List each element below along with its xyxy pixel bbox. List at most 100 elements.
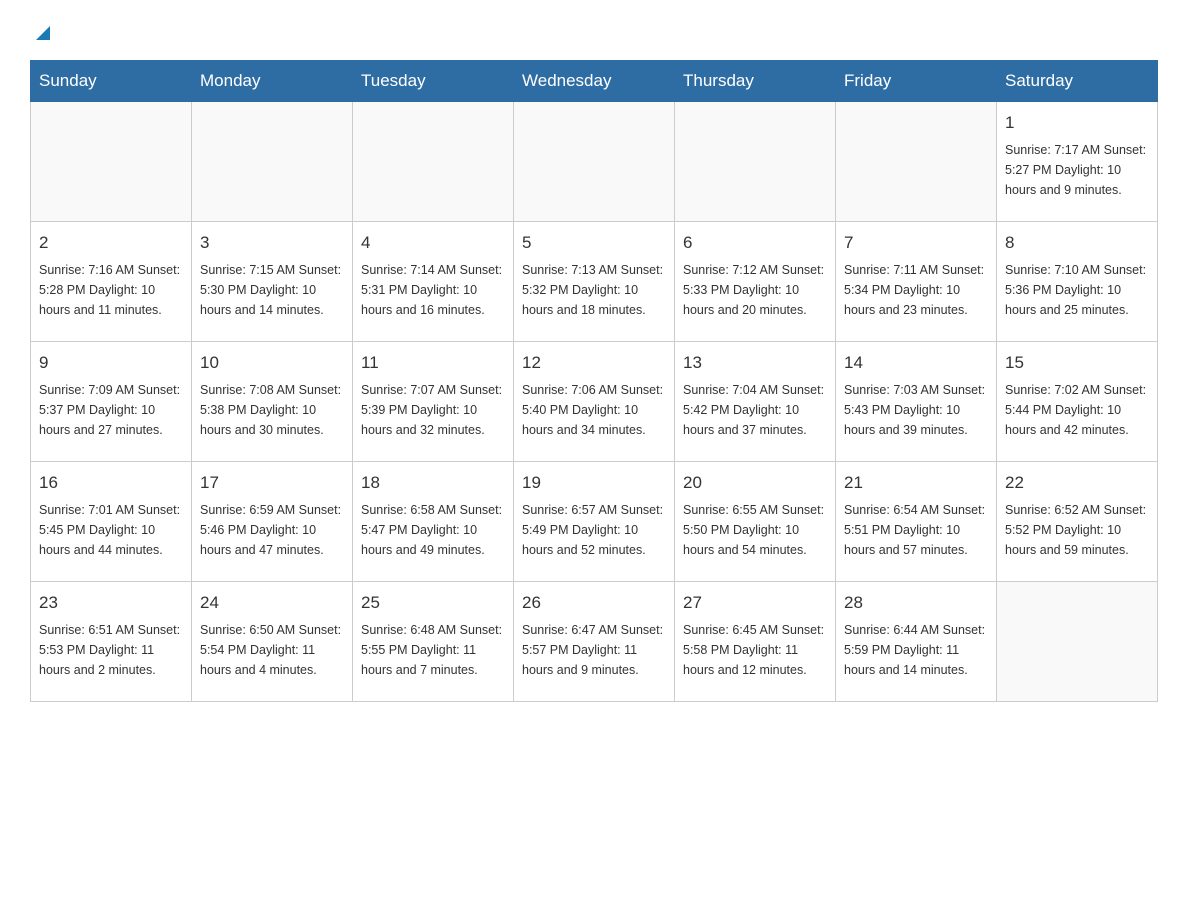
calendar-cell bbox=[514, 102, 675, 222]
day-number: 3 bbox=[200, 230, 344, 256]
day-info: Sunrise: 7:17 AM Sunset: 5:27 PM Dayligh… bbox=[1005, 140, 1149, 200]
day-number: 19 bbox=[522, 470, 666, 496]
day-number: 22 bbox=[1005, 470, 1149, 496]
day-info: Sunrise: 7:10 AM Sunset: 5:36 PM Dayligh… bbox=[1005, 260, 1149, 320]
calendar-cell: 9 Sunrise: 7:09 AM Sunset: 5:37 PM Daylig… bbox=[31, 342, 192, 462]
week-row-1: 1 Sunrise: 7:17 AM Sunset: 5:27 PM Daylig… bbox=[31, 102, 1158, 222]
day-info: Sunrise: 6:52 AM Sunset: 5:52 PM Dayligh… bbox=[1005, 500, 1149, 560]
weekday-header-friday: Friday bbox=[836, 61, 997, 102]
day-info: Sunrise: 7:06 AM Sunset: 5:40 PM Dayligh… bbox=[522, 380, 666, 440]
day-info: Sunrise: 7:11 AM Sunset: 5:34 PM Dayligh… bbox=[844, 260, 988, 320]
day-number: 8 bbox=[1005, 230, 1149, 256]
weekday-header-tuesday: Tuesday bbox=[353, 61, 514, 102]
calendar-cell: 17Sunrise: 6:59 AM Sunset: 5:46 PM Dayli… bbox=[192, 462, 353, 582]
day-number: 5 bbox=[522, 230, 666, 256]
calendar-cell: 14 Sunrise: 7:03 AM Sunset: 5:43 PM Dayli… bbox=[836, 342, 997, 462]
calendar-cell: 11 Sunrise: 7:07 AM Sunset: 5:39 PM Dayli… bbox=[353, 342, 514, 462]
calendar-cell: 21 Sunrise: 6:54 AM Sunset: 5:51 PM Dayli… bbox=[836, 462, 997, 582]
day-info: Sunrise: 7:03 AM Sunset: 5:43 PM Dayligh… bbox=[844, 380, 988, 440]
day-number: 14 bbox=[844, 350, 988, 376]
calendar-cell bbox=[192, 102, 353, 222]
calendar-cell: 28Sunrise: 6:44 AM Sunset: 5:59 PM Dayli… bbox=[836, 582, 997, 702]
weekday-header-thursday: Thursday bbox=[675, 61, 836, 102]
weekday-header-saturday: Saturday bbox=[997, 61, 1158, 102]
day-number: 6 bbox=[683, 230, 827, 256]
day-number: 26 bbox=[522, 590, 666, 616]
calendar-cell: 7 Sunrise: 7:11 AM Sunset: 5:34 PM Daylig… bbox=[836, 222, 997, 342]
calendar-cell: 13 Sunrise: 7:04 AM Sunset: 5:42 PM Dayli… bbox=[675, 342, 836, 462]
day-info: Sunrise: 6:55 AM Sunset: 5:50 PM Dayligh… bbox=[683, 500, 827, 560]
day-info: Sunrise: 6:51 AM Sunset: 5:53 PM Dayligh… bbox=[39, 620, 183, 680]
calendar-table: SundayMondayTuesdayWednesdayThursdayFrid… bbox=[30, 60, 1158, 702]
calendar-cell: 10 Sunrise: 7:08 AM Sunset: 5:38 PM Dayli… bbox=[192, 342, 353, 462]
day-number: 9 bbox=[39, 350, 183, 376]
day-number: 2 bbox=[39, 230, 183, 256]
day-number: 24 bbox=[200, 590, 344, 616]
day-number: 27 bbox=[683, 590, 827, 616]
week-row-4: 16 Sunrise: 7:01 AM Sunset: 5:45 PM Dayli… bbox=[31, 462, 1158, 582]
day-number: 25 bbox=[361, 590, 505, 616]
day-info: Sunrise: 7:09 AM Sunset: 5:37 PM Dayligh… bbox=[39, 380, 183, 440]
calendar-cell: 25 Sunrise: 6:48 AM Sunset: 5:55 PM Dayli… bbox=[353, 582, 514, 702]
day-number: 23 bbox=[39, 590, 183, 616]
day-number: 7 bbox=[844, 230, 988, 256]
calendar-cell: 2 Sunrise: 7:16 AM Sunset: 5:28 PM Daylig… bbox=[31, 222, 192, 342]
weekday-header-monday: Monday bbox=[192, 61, 353, 102]
calendar-cell: 8 Sunrise: 7:10 AM Sunset: 5:36 PM Daylig… bbox=[997, 222, 1158, 342]
day-info: Sunrise: 7:02 AM Sunset: 5:44 PM Dayligh… bbox=[1005, 380, 1149, 440]
calendar-cell: 4Sunrise: 7:14 AM Sunset: 5:31 PM Daylig… bbox=[353, 222, 514, 342]
day-number: 13 bbox=[683, 350, 827, 376]
calendar-cell: 26 Sunrise: 6:47 AM Sunset: 5:57 PM Dayli… bbox=[514, 582, 675, 702]
week-row-3: 9 Sunrise: 7:09 AM Sunset: 5:37 PM Daylig… bbox=[31, 342, 1158, 462]
week-row-5: 23 Sunrise: 6:51 AM Sunset: 5:53 PM Dayli… bbox=[31, 582, 1158, 702]
day-info: Sunrise: 6:47 AM Sunset: 5:57 PM Dayligh… bbox=[522, 620, 666, 680]
day-number: 12 bbox=[522, 350, 666, 376]
week-row-2: 2 Sunrise: 7:16 AM Sunset: 5:28 PM Daylig… bbox=[31, 222, 1158, 342]
calendar-cell: 24Sunrise: 6:50 AM Sunset: 5:54 PM Dayli… bbox=[192, 582, 353, 702]
day-info: Sunrise: 7:15 AM Sunset: 5:30 PM Dayligh… bbox=[200, 260, 344, 320]
day-info: Sunrise: 6:57 AM Sunset: 5:49 PM Dayligh… bbox=[522, 500, 666, 560]
day-info: Sunrise: 6:58 AM Sunset: 5:47 PM Dayligh… bbox=[361, 500, 505, 560]
day-number: 21 bbox=[844, 470, 988, 496]
day-info: Sunrise: 7:04 AM Sunset: 5:42 PM Dayligh… bbox=[683, 380, 827, 440]
day-info: Sunrise: 6:45 AM Sunset: 5:58 PM Dayligh… bbox=[683, 620, 827, 680]
calendar-cell: 16 Sunrise: 7:01 AM Sunset: 5:45 PM Dayli… bbox=[31, 462, 192, 582]
calendar-cell: 22 Sunrise: 6:52 AM Sunset: 5:52 PM Dayli… bbox=[997, 462, 1158, 582]
day-info: Sunrise: 7:08 AM Sunset: 5:38 PM Dayligh… bbox=[200, 380, 344, 440]
weekday-header-row: SundayMondayTuesdayWednesdayThursdayFrid… bbox=[31, 61, 1158, 102]
calendar-cell: 1 Sunrise: 7:17 AM Sunset: 5:27 PM Daylig… bbox=[997, 102, 1158, 222]
calendar-cell: 19 Sunrise: 6:57 AM Sunset: 5:49 PM Dayli… bbox=[514, 462, 675, 582]
calendar-cell: 12 Sunrise: 7:06 AM Sunset: 5:40 PM Dayli… bbox=[514, 342, 675, 462]
logo-triangle-icon bbox=[32, 22, 54, 44]
day-number: 15 bbox=[1005, 350, 1149, 376]
weekday-header-sunday: Sunday bbox=[31, 61, 192, 102]
day-number: 17 bbox=[200, 470, 344, 496]
calendar-cell: 3 Sunrise: 7:15 AM Sunset: 5:30 PM Daylig… bbox=[192, 222, 353, 342]
day-info: Sunrise: 7:16 AM Sunset: 5:28 PM Dayligh… bbox=[39, 260, 183, 320]
calendar-cell: 27 Sunrise: 6:45 AM Sunset: 5:58 PM Dayli… bbox=[675, 582, 836, 702]
day-number: 4 bbox=[361, 230, 505, 256]
calendar-cell: 23 Sunrise: 6:51 AM Sunset: 5:53 PM Dayli… bbox=[31, 582, 192, 702]
calendar-cell bbox=[997, 582, 1158, 702]
day-number: 16 bbox=[39, 470, 183, 496]
calendar-cell: 18 Sunrise: 6:58 AM Sunset: 5:47 PM Dayli… bbox=[353, 462, 514, 582]
page-header bbox=[30, 20, 1158, 40]
calendar-cell: 6 Sunrise: 7:12 AM Sunset: 5:33 PM Daylig… bbox=[675, 222, 836, 342]
day-number: 10 bbox=[200, 350, 344, 376]
day-number: 1 bbox=[1005, 110, 1149, 136]
day-info: Sunrise: 7:13 AM Sunset: 5:32 PM Dayligh… bbox=[522, 260, 666, 320]
day-info: Sunrise: 6:54 AM Sunset: 5:51 PM Dayligh… bbox=[844, 500, 988, 560]
day-info: Sunrise: 7:07 AM Sunset: 5:39 PM Dayligh… bbox=[361, 380, 505, 440]
calendar-cell bbox=[31, 102, 192, 222]
calendar-cell bbox=[675, 102, 836, 222]
weekday-header-wednesday: Wednesday bbox=[514, 61, 675, 102]
day-number: 18 bbox=[361, 470, 505, 496]
day-number: 11 bbox=[361, 350, 505, 376]
day-info: Sunrise: 7:12 AM Sunset: 5:33 PM Dayligh… bbox=[683, 260, 827, 320]
day-number: 20 bbox=[683, 470, 827, 496]
day-info: Sunrise: 7:01 AM Sunset: 5:45 PM Dayligh… bbox=[39, 500, 183, 560]
calendar-cell: 20 Sunrise: 6:55 AM Sunset: 5:50 PM Dayli… bbox=[675, 462, 836, 582]
calendar-cell: 15 Sunrise: 7:02 AM Sunset: 5:44 PM Dayli… bbox=[997, 342, 1158, 462]
day-number: 28 bbox=[844, 590, 988, 616]
day-info: Sunrise: 6:48 AM Sunset: 5:55 PM Dayligh… bbox=[361, 620, 505, 680]
